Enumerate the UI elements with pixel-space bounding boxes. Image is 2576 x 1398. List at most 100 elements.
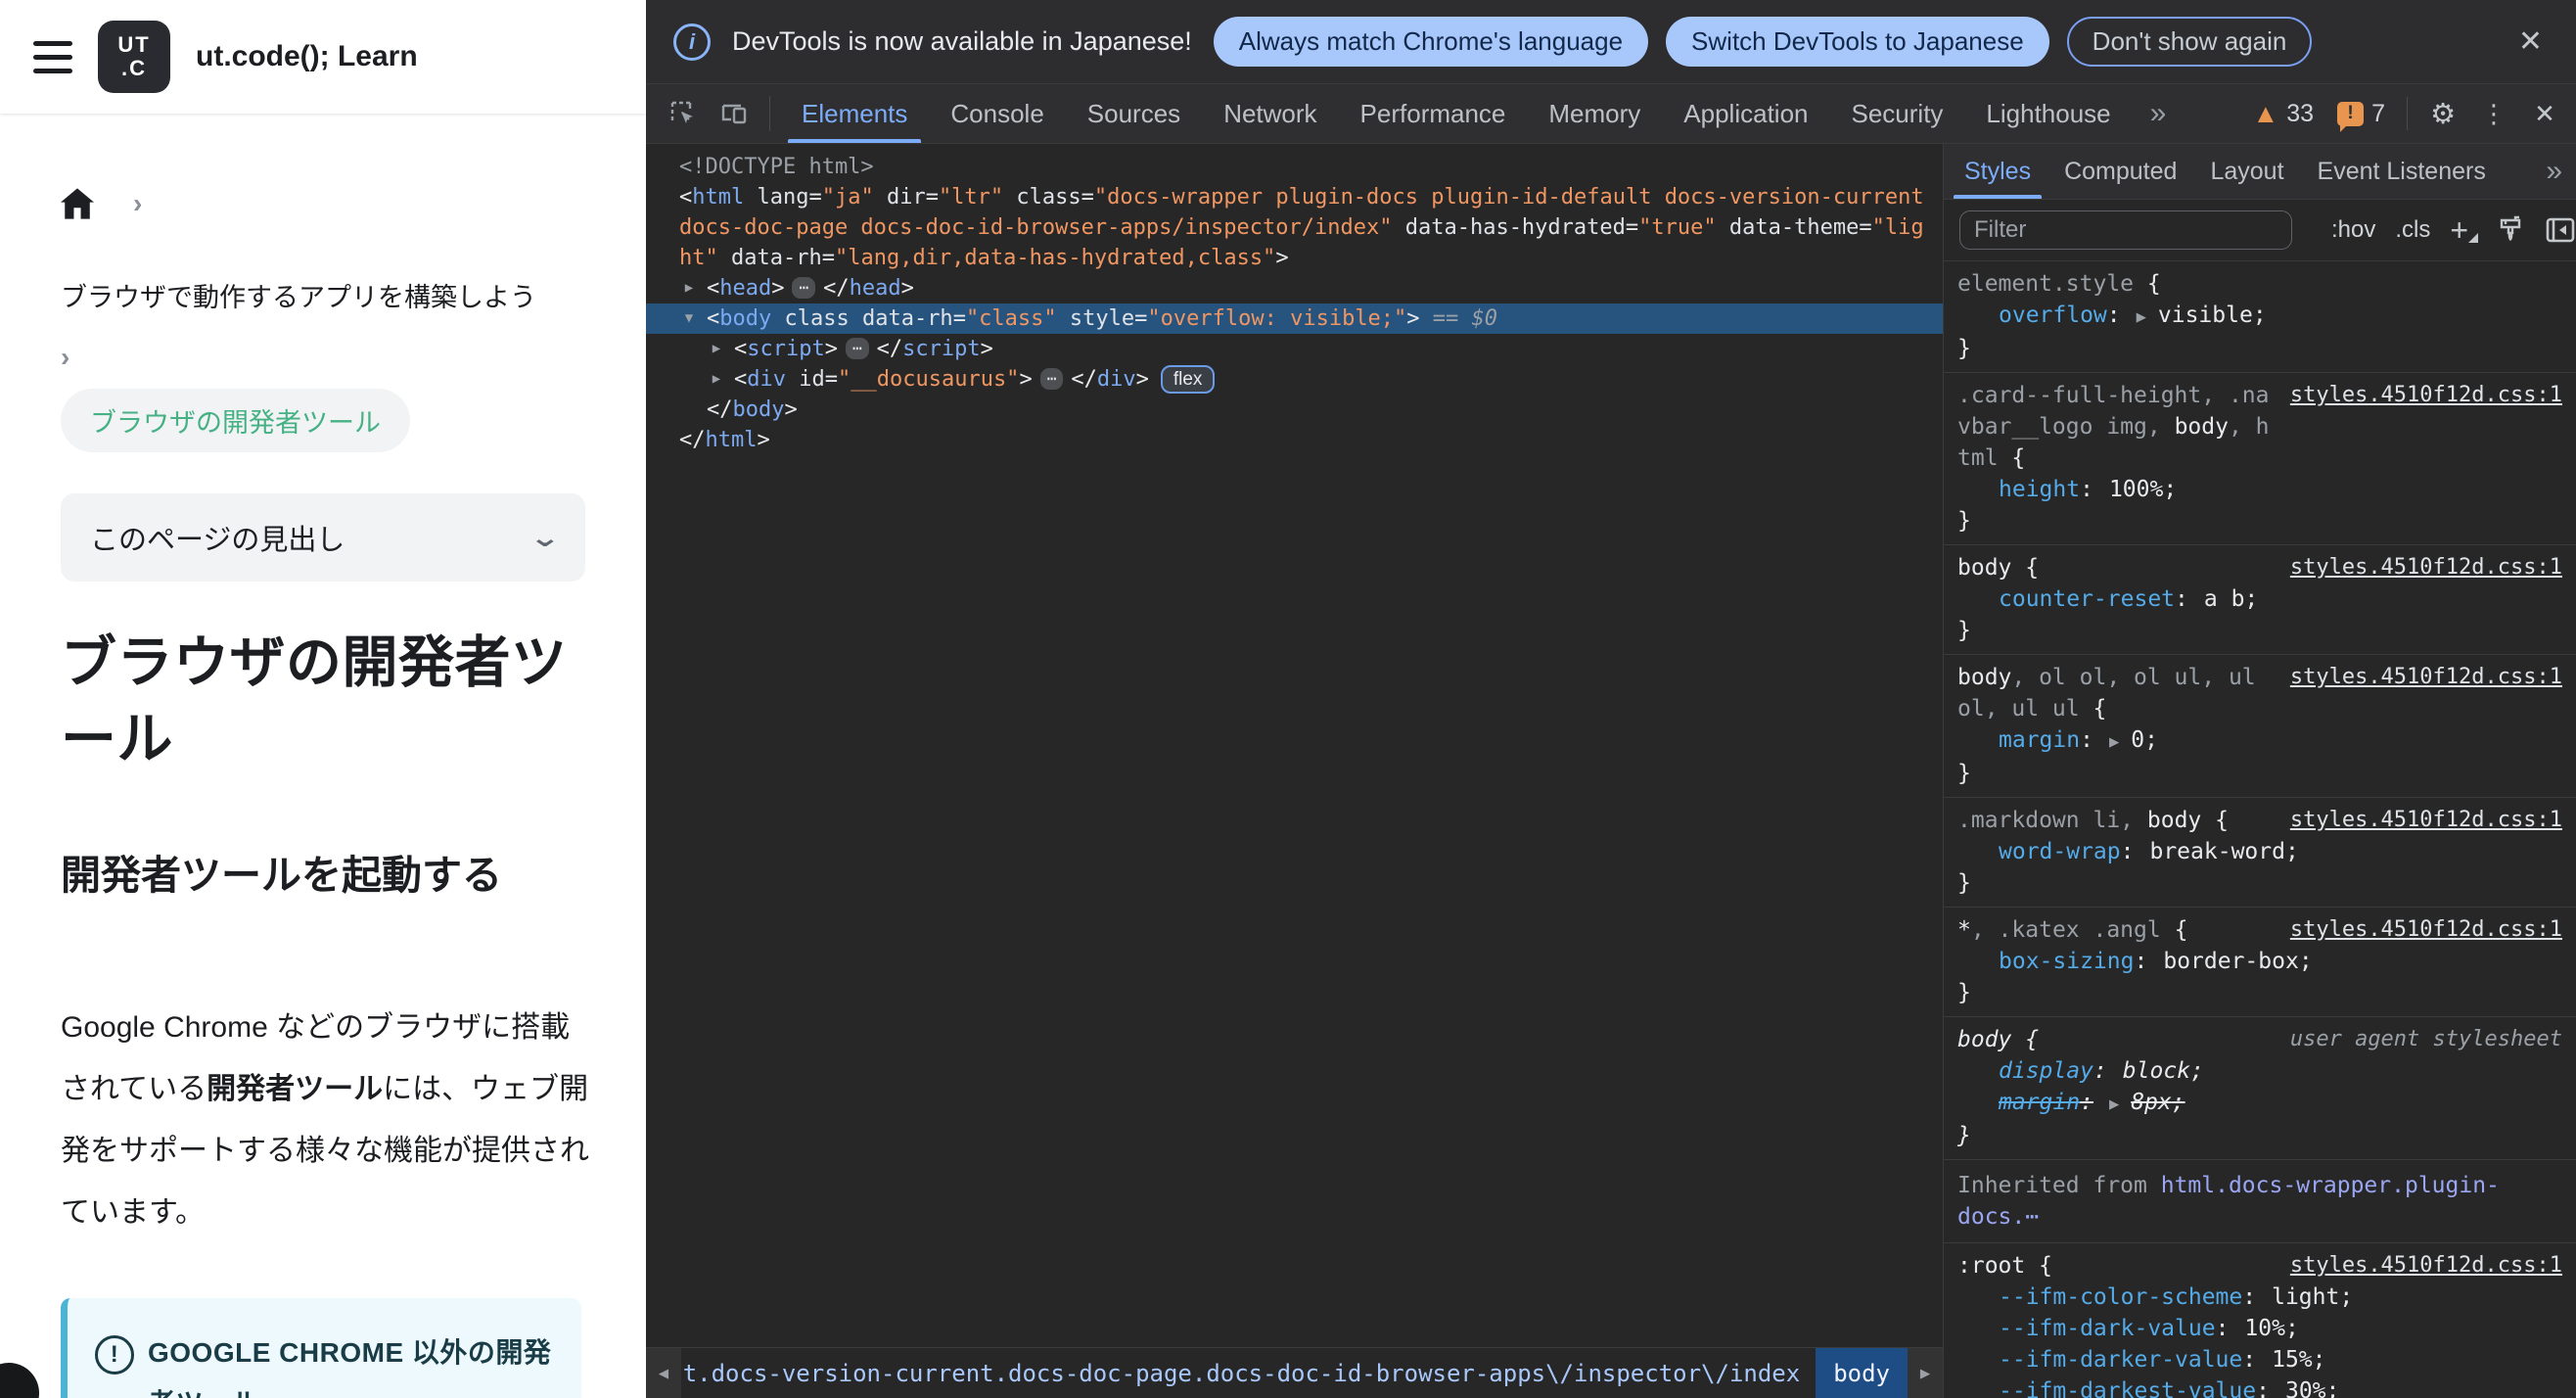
rendering-brush-icon[interactable] [2496, 215, 2525, 245]
settings-gear-icon[interactable]: ⚙ [2421, 97, 2464, 131]
notification-button[interactable]: Always match Chrome's language [1213, 17, 1649, 67]
flex-badge[interactable]: flex [1160, 365, 1216, 394]
styles-toolbar: :hov .cls + [1944, 200, 2576, 261]
css-declaration[interactable]: height: 100%; [1957, 474, 2562, 505]
sidebar-tab-computed[interactable]: Computed [2047, 144, 2193, 199]
sidebar-tab-event-listeners[interactable]: Event Listeners [2301, 144, 2503, 199]
rule-selector[interactable]: .markdown li, body { [1957, 805, 2278, 836]
new-style-rule-icon[interactable]: + [2450, 214, 2478, 246]
inspect-element-icon[interactable] [658, 84, 709, 143]
tab-application[interactable]: Application [1662, 84, 1829, 143]
device-toolbar-icon[interactable] [709, 84, 759, 143]
rule-selector[interactable]: element.style { [1957, 268, 2562, 300]
collapsed-arrow-icon[interactable]: ▶ [677, 273, 701, 303]
tab-elements[interactable]: Elements [780, 84, 929, 143]
rule-selector[interactable]: .card--full-height, .navbar__logo img, b… [1957, 380, 2278, 474]
code-token: script [902, 337, 981, 361]
tab-security[interactable]: Security [1830, 84, 1965, 143]
css-declaration[interactable]: --ifm-color-scheme: light; [1957, 1282, 2562, 1313]
toc-dropdown[interactable]: このページの見出し ⌄ [61, 493, 585, 582]
stylesheet-source-link[interactable]: styles.4510f12d.css:1 [2290, 914, 2562, 946]
tab-lighthouse[interactable]: Lighthouse [1964, 84, 2132, 143]
notification-button[interactable]: Don't show again [2066, 17, 2313, 67]
css-declaration[interactable]: margin: ▶ 8px; [1957, 1087, 2562, 1120]
tab-network[interactable]: Network [1202, 84, 1338, 143]
collapsed-arrow-icon[interactable]: ▶ [705, 334, 728, 364]
expand-value-arrow-icon[interactable]: ▶ [2109, 1095, 2119, 1114]
stylesheet-source-link[interactable]: styles.4510f12d.css:1 [2290, 552, 2562, 583]
code-token: id [786, 367, 825, 392]
css-declaration[interactable]: --ifm-darker-value: 15%; [1957, 1344, 2562, 1375]
site-logo[interactable]: UT .C [98, 21, 170, 93]
css-declaration[interactable]: word-wrap: break-word; [1957, 836, 2562, 867]
css-declaration[interactable]: overflow: ▶ visible; [1957, 300, 2562, 333]
site-title[interactable]: ut.code(); Learn [196, 40, 418, 73]
close-icon[interactable]: ✕ [2512, 24, 2549, 59]
code-token: "ja" [821, 185, 874, 210]
issues-counter[interactable]: ! 7 [2329, 100, 2393, 132]
rule-selector[interactable]: body, ol ol, ol ul, ul ol, ul ul { [1957, 662, 2278, 724]
toggle-sidebar-icon[interactable] [2545, 215, 2576, 245]
rule-selector[interactable]: body { [1957, 552, 2278, 583]
rule-selector[interactable]: *, .katex .angl { [1957, 914, 2278, 946]
stylesheet-source-link[interactable]: styles.4510f12d.css:1 [2290, 805, 2562, 836]
home-icon[interactable] [61, 188, 94, 219]
expand-ellipsis-button[interactable]: ⋯ [1039, 368, 1064, 390]
expanded-arrow-icon[interactable]: ▼ [677, 303, 701, 334]
stylesheet-source-link[interactable]: styles.4510f12d.css:1 [2290, 1250, 2562, 1282]
expand-ellipsis-button[interactable]: ⋯ [845, 338, 869, 359]
info-icon: i [673, 23, 711, 61]
tree-row[interactable]: ▶ <div id="__docusaurus"> ⋯ </div> flex [646, 364, 1943, 395]
expand-ellipsis-button[interactable]: ⋯ [792, 277, 816, 299]
code-token: head [719, 276, 772, 301]
tree-row[interactable]: </body> [646, 395, 1943, 425]
breadcrumb-scroll-left-icon[interactable]: ◀ [646, 1348, 681, 1398]
notification-button[interactable]: Switch DevTools to Japanese [1666, 17, 2049, 67]
tab-performance[interactable]: Performance [1339, 84, 1528, 143]
css-declaration[interactable]: counter-reset: a b; [1957, 583, 2562, 615]
tree-row[interactable]: </html> [646, 425, 1943, 455]
rule-selector[interactable]: body { [1957, 1024, 2278, 1055]
expand-value-arrow-icon[interactable]: ▶ [2137, 307, 2146, 327]
tree-row[interactable]: <html lang=​"ja" dir="ltr" class="docs-w… [646, 182, 1943, 273]
close-devtools-icon[interactable]: ✕ [2523, 99, 2566, 129]
stylesheet-source-link[interactable]: styles.4510f12d.css:1 [2290, 380, 2562, 411]
collapsed-arrow-icon[interactable]: ▶ [705, 364, 728, 395]
tab-memory[interactable]: Memory [1527, 84, 1662, 143]
code-token: = [1859, 215, 1872, 240]
tree-row[interactable]: ▶ <head> ⋯ </head> [646, 273, 1943, 303]
more-sidebar-tabs-icon[interactable]: » [2532, 144, 2576, 199]
css-declaration[interactable]: --ifm-darkest-value: 30%; [1957, 1375, 2562, 1398]
styles-filter-input[interactable] [1959, 210, 2292, 250]
tree-row-selected[interactable]: ▼ <body class data-rh="class" style="over… [646, 303, 1943, 334]
dom-breadcrumb-selected[interactable]: body [1816, 1348, 1908, 1398]
tree-row[interactable]: ▶ <script> ⋯ </script> [646, 334, 1943, 364]
hamburger-menu-icon[interactable] [33, 40, 72, 73]
toggle-class-button[interactable]: .cls [2395, 216, 2430, 244]
code-token: > [900, 276, 914, 301]
tree-row[interactable]: <!DOCTYPE html> [646, 152, 1943, 182]
code-token: "true" [1638, 215, 1717, 240]
stylesheet-source-link[interactable]: styles.4510f12d.css:1 [2290, 662, 2562, 693]
code-token: = [1625, 215, 1639, 240]
tab-sources[interactable]: Sources [1066, 84, 1202, 143]
code-token: data-has-hydrated [1392, 215, 1626, 240]
sidebar-tab-styles[interactable]: Styles [1948, 144, 2047, 199]
css-declaration[interactable]: --ifm-dark-value: 10%; [1957, 1313, 2562, 1344]
code-token: < [707, 306, 720, 331]
sidebar-tab-layout[interactable]: Layout [2193, 144, 2300, 199]
dom-breadcrumb-path[interactable]: plugin-id-default.docs-version-current.d… [681, 1348, 1816, 1398]
css-declaration[interactable]: display: block; [1957, 1055, 2562, 1087]
warnings-counter[interactable]: ▲! 33 [2245, 99, 2323, 129]
toggle-pseudo-state-button[interactable]: :hov [2331, 216, 2375, 244]
tab-console[interactable]: Console [929, 84, 1065, 143]
breadcrumb-scroll-right-icon[interactable]: ▶ [1908, 1348, 1943, 1398]
kebab-menu-icon[interactable]: ⋮ [2472, 99, 2515, 129]
css-declaration[interactable]: box-sizing: border-box; [1957, 946, 2562, 977]
code-token: <!DOCTYPE html> [679, 155, 874, 179]
breadcrumb-section[interactable]: ブラウザで動作するアプリを構築しよう [61, 276, 585, 314]
expand-value-arrow-icon[interactable]: ▶ [2109, 732, 2119, 752]
rule-selector[interactable]: :root { [1957, 1250, 2278, 1282]
more-tabs-icon[interactable]: » [2133, 84, 2185, 143]
css-declaration[interactable]: margin: ▶ 0; [1957, 724, 2562, 758]
